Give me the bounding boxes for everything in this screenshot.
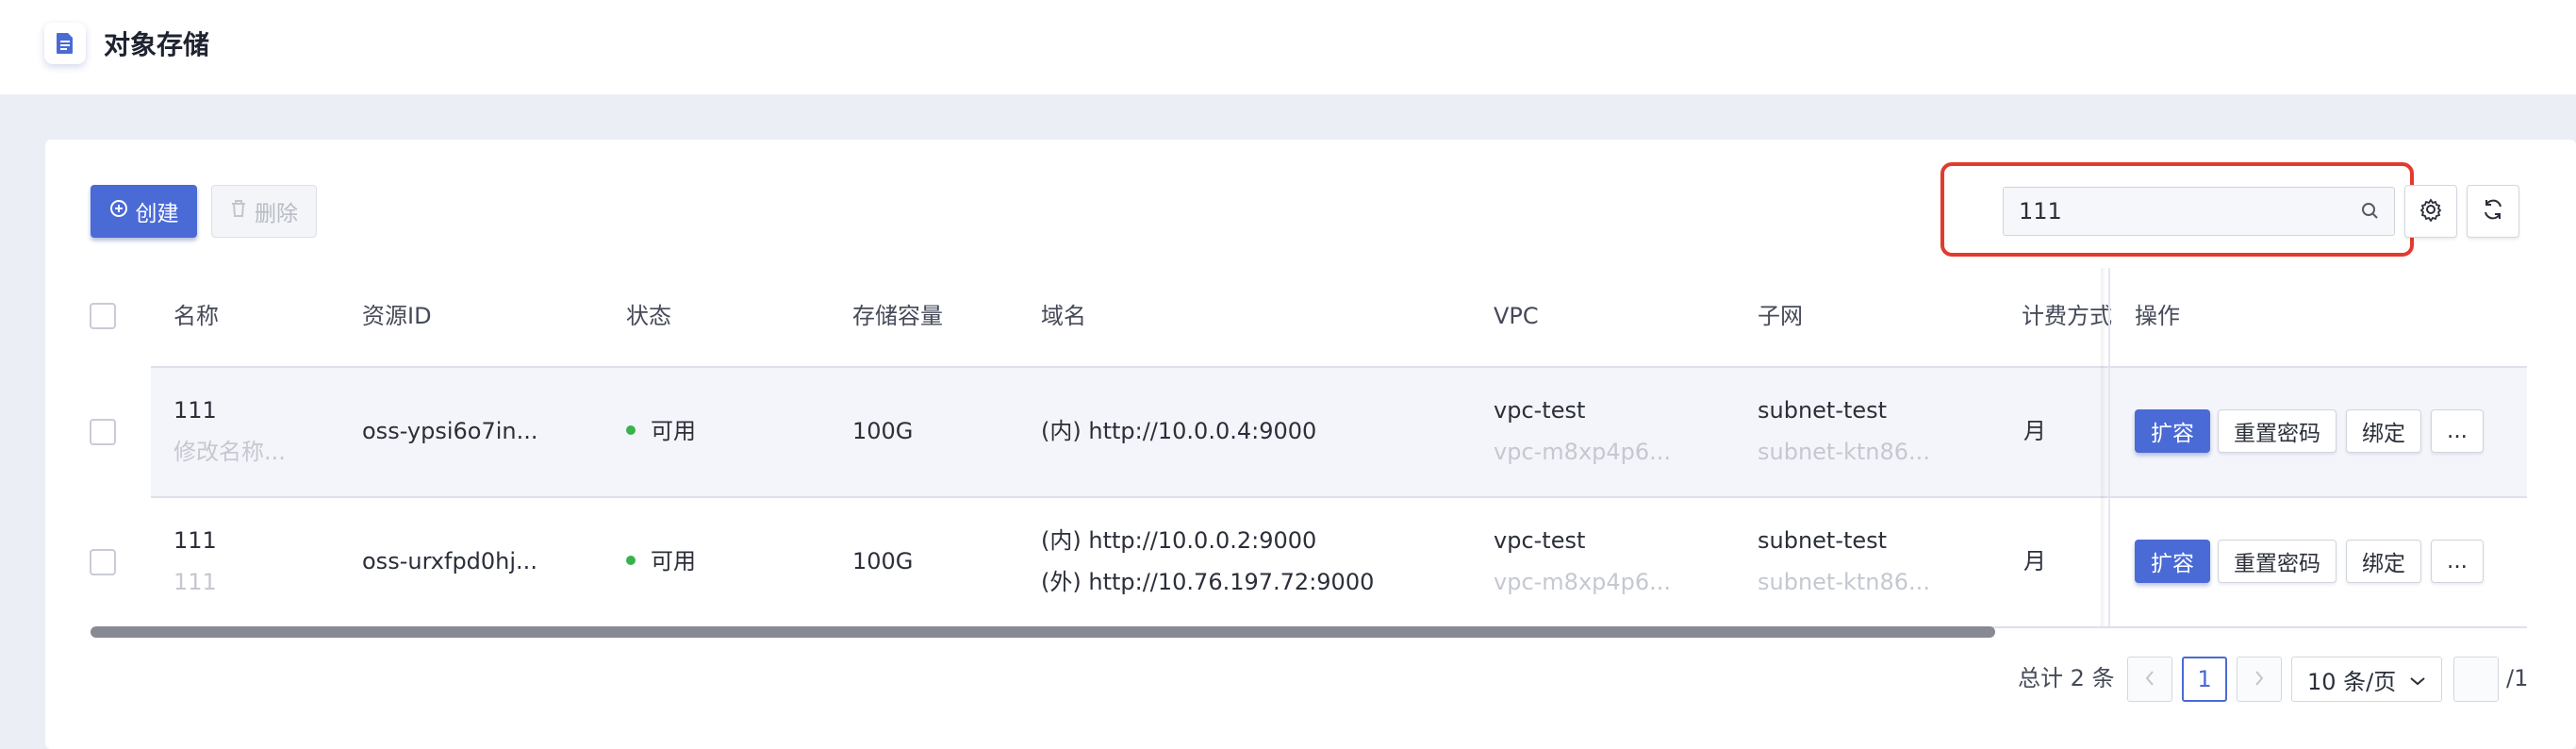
row-subnet-id: subnet-ktn86...	[1758, 439, 1930, 465]
total-pages-label: /1	[2506, 665, 2529, 691]
row-subnet[interactable]: subnet-test	[1758, 524, 1887, 557]
row-status-label: 可用	[651, 418, 696, 444]
bind-button[interactable]: 绑定	[2346, 540, 2421, 583]
row-resource-id[interactable]: oss-ypsi6o7in...	[362, 415, 538, 447]
plus-circle-icon	[109, 199, 128, 224]
row-subnet-id: subnet-ktn86...	[1758, 569, 1930, 595]
row-name-subtitle: 111	[173, 569, 217, 595]
row-checkbox[interactable]	[90, 419, 116, 445]
fixed-column-shadow	[2101, 268, 2106, 626]
top-bar: 对象存储	[0, 0, 2576, 94]
row-vpc[interactable]: vpc-test	[1494, 394, 1585, 426]
next-page-button[interactable]	[2237, 657, 2282, 702]
page-number-current[interactable]: 1	[2182, 657, 2227, 702]
row-capacity: 100G	[852, 418, 914, 444]
column-header-vpc[interactable]: VPC	[1494, 300, 1539, 332]
column-header-capacity[interactable]: 存储容量	[852, 300, 943, 332]
more-actions-button[interactable]: ...	[2431, 409, 2484, 453]
status-dot-icon	[626, 425, 636, 435]
settings-button[interactable]	[2404, 185, 2457, 238]
row-status: 可用	[626, 415, 696, 447]
row-domain-internal: (内) http://10.0.0.2:9000	[1041, 527, 1317, 554]
delete-button[interactable]: 删除	[211, 185, 317, 238]
document-icon	[44, 23, 86, 64]
refresh-icon	[2481, 197, 2505, 225]
column-header-resource-id[interactable]: 资源ID	[362, 300, 432, 332]
page-title: 对象存储	[104, 29, 210, 60]
page-size-label: 10 条/页	[2307, 668, 2397, 695]
trash-icon	[230, 199, 247, 224]
row-domain-internal: (内) http://10.0.0.4:9000	[1041, 418, 1317, 444]
search-input[interactable]	[2019, 188, 2358, 235]
more-actions-button[interactable]: ...	[2431, 540, 2484, 583]
pagination-total: 总计 2 条	[2018, 665, 2115, 691]
column-header-domain[interactable]: 域名	[1041, 300, 1086, 332]
row-billing: 月	[2023, 418, 2046, 444]
row-capacity: 100G	[852, 548, 914, 574]
row-name: 111	[173, 397, 217, 424]
prev-page-button[interactable]	[2127, 657, 2172, 702]
chevron-left-icon	[2144, 666, 2155, 692]
column-header-status[interactable]: 状态	[626, 300, 671, 332]
row-vpc-id: vpc-m8xp4p6...	[1494, 569, 1672, 595]
row-checkbox[interactable]	[90, 549, 116, 575]
row-resource-id[interactable]: oss-urxfpd0hj...	[362, 545, 537, 577]
row-billing: 月	[2023, 548, 2046, 574]
create-button[interactable]: 创建	[91, 185, 197, 238]
row-name: 111	[173, 527, 217, 554]
column-header-actions: 操作	[2135, 303, 2180, 329]
chevron-right-icon	[2254, 666, 2265, 692]
create-button-label: 创建	[135, 202, 179, 226]
row-status: 可用	[626, 545, 696, 577]
chevron-down-icon	[2409, 666, 2426, 692]
fixed-column-divider	[2108, 268, 2110, 626]
column-header-billing[interactable]: 计费方式	[2022, 300, 2112, 332]
column-header-subnet[interactable]: 子网	[1758, 300, 1803, 332]
status-dot-icon	[626, 556, 636, 565]
row-status-label: 可用	[651, 548, 696, 574]
delete-button-label: 删除	[255, 202, 298, 226]
jump-page-input[interactable]	[2453, 657, 2499, 702]
row-vpc[interactable]: vpc-test	[1494, 524, 1585, 557]
horizontal-scrollbar[interactable]	[91, 626, 1995, 638]
select-all-checkbox[interactable]	[90, 303, 116, 329]
expand-button[interactable]: 扩容	[2135, 540, 2210, 583]
expand-button[interactable]: 扩容	[2135, 409, 2210, 453]
gear-icon	[2419, 197, 2443, 225]
row-subnet[interactable]: subnet-test	[1758, 394, 1887, 426]
row-domain-external: (外) http://10.76.197.72:9000	[1041, 569, 1375, 595]
bind-button[interactable]: 绑定	[2346, 409, 2421, 453]
search-box[interactable]	[2003, 187, 2395, 236]
search-icon[interactable]	[2360, 201, 2381, 222]
refresh-button[interactable]	[2467, 185, 2519, 238]
reset-password-button[interactable]: 重置密码	[2218, 409, 2337, 453]
reset-password-button[interactable]: 重置密码	[2218, 540, 2337, 583]
column-header-name[interactable]: 名称	[173, 300, 219, 332]
row-vpc-id: vpc-m8xp4p6...	[1494, 439, 1672, 465]
page-size-select[interactable]: 10 条/页	[2291, 657, 2442, 702]
row-name-edit-link[interactable]: 修改名称...	[173, 436, 286, 468]
